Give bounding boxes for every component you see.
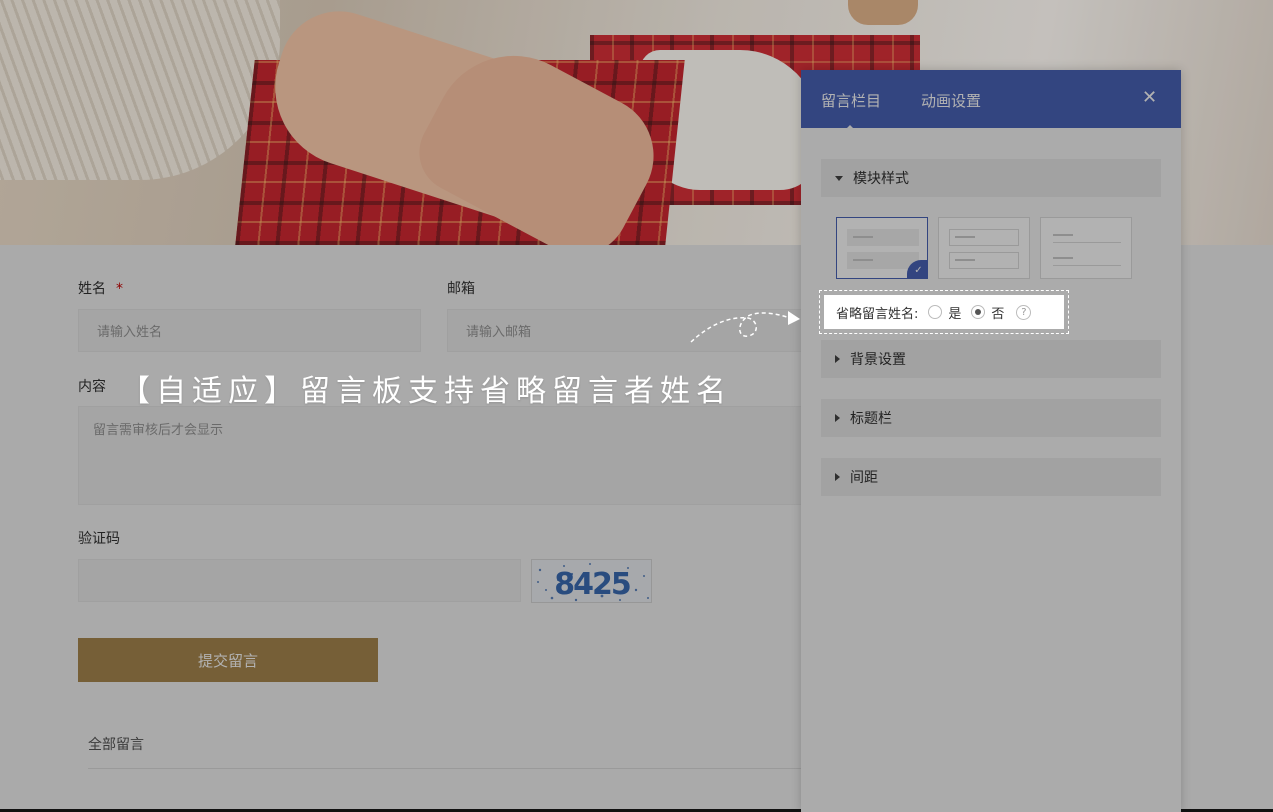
required-mark: * bbox=[116, 281, 123, 297]
style-option-2[interactable] bbox=[938, 217, 1030, 279]
omit-name-highlight: 省略留言姓名: 是 否 ? bbox=[819, 290, 1069, 334]
annotation-arrow-icon bbox=[690, 311, 800, 343]
omit-name-label: 省略留言姓名: bbox=[836, 306, 919, 322]
name-input[interactable]: 请输入姓名 bbox=[78, 309, 421, 352]
caret-down-icon bbox=[835, 175, 843, 181]
section-title-bar[interactable]: 标题栏 bbox=[821, 399, 1161, 437]
section-module-style[interactable]: 模块样式 bbox=[821, 159, 1161, 197]
name-label: 姓名 * bbox=[78, 281, 123, 297]
content-label: 内容 bbox=[78, 379, 106, 395]
captcha-label: 验证码 bbox=[78, 531, 120, 547]
radio-no-label: 否 bbox=[991, 306, 1005, 322]
email-label: 邮箱 bbox=[447, 281, 475, 297]
close-icon[interactable]: ✕ bbox=[1142, 89, 1157, 107]
style-option-1[interactable]: ✓ bbox=[836, 217, 928, 279]
panel-header: 留言栏目 动画设置 ✕ bbox=[801, 70, 1181, 132]
feature-banner: 【自适应】留言板支持省略留言者姓名 bbox=[120, 374, 732, 409]
style-option-3[interactable] bbox=[1040, 217, 1132, 279]
divider bbox=[88, 768, 803, 769]
caret-right-icon bbox=[835, 473, 840, 481]
radio-yes-label: 是 bbox=[948, 306, 962, 322]
captcha-input[interactable] bbox=[78, 559, 521, 602]
caret-right-icon bbox=[835, 414, 840, 422]
help-icon[interactable]: ? bbox=[1016, 304, 1032, 320]
captcha-image[interactable]: 8425 bbox=[531, 559, 652, 603]
radio-no[interactable] bbox=[971, 305, 986, 319]
omit-name-row: 省略留言姓名: 是 否 ? bbox=[824, 295, 1064, 329]
tab-animation-settings[interactable]: 动画设置 bbox=[921, 90, 981, 111]
radio-yes[interactable] bbox=[928, 305, 943, 319]
tab-message-column[interactable]: 留言栏目 bbox=[821, 90, 881, 132]
captcha-text: 8425 bbox=[554, 567, 630, 602]
section-spacing[interactable]: 间距 bbox=[821, 458, 1161, 496]
section-background[interactable]: 背景设置 bbox=[821, 340, 1161, 378]
settings-panel: 留言栏目 动画设置 ✕ 模块样式 ✓ 背景设置 标题栏 间距 bbox=[801, 70, 1181, 812]
all-messages-title: 全部留言 bbox=[88, 737, 144, 753]
caret-right-icon bbox=[835, 355, 840, 363]
content-textarea[interactable]: 留言需审核后才会显示 bbox=[78, 406, 803, 505]
submit-button[interactable]: 提交留言 bbox=[78, 638, 378, 682]
